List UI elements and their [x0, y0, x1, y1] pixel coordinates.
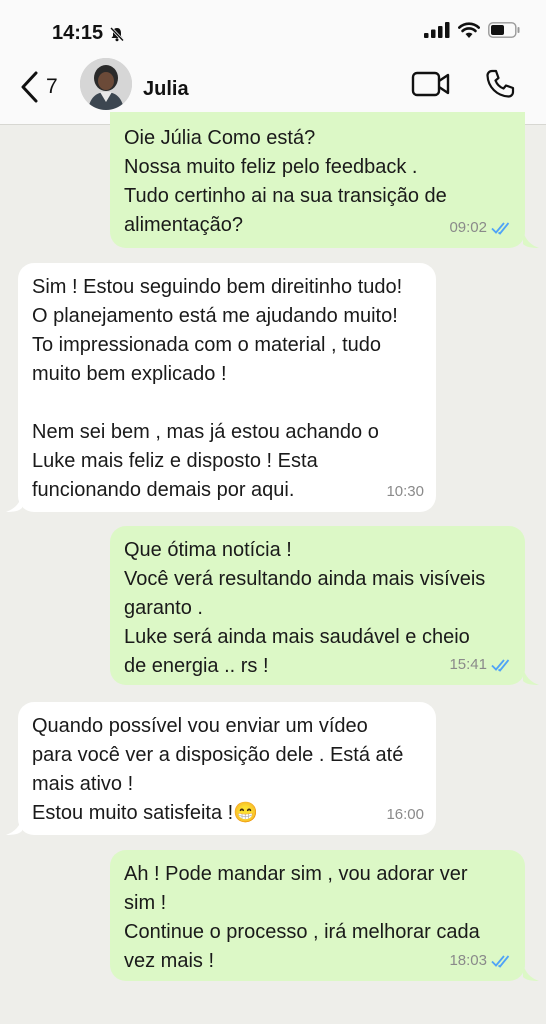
contact-photo — [80, 58, 132, 110]
back-button[interactable]: 7 — [18, 70, 58, 104]
message-text: Sim ! Estou seguindo bem direitinho tudo… — [32, 276, 403, 501]
wifi-icon — [458, 22, 480, 38]
battery-icon — [488, 22, 520, 38]
double-check-icon — [491, 221, 510, 235]
bubble-tail — [523, 230, 539, 248]
phone-icon[interactable] — [484, 68, 516, 100]
bubble-tail — [6, 494, 22, 512]
message-time: 09:02 — [449, 219, 487, 236]
video-call-icon[interactable] — [411, 70, 451, 98]
unread-count: 7 — [46, 75, 58, 98]
message-time: 16:00 — [386, 806, 424, 823]
message-bubble-incoming[interactable]: Quando possível vou enviar um vídeo para… — [6, 702, 436, 835]
grinning-emoji: 😁 — [233, 802, 259, 824]
message-bubble-incoming[interactable]: Sim ! Estou seguindo bem direitinho tudo… — [6, 263, 436, 512]
avatar[interactable] — [80, 58, 132, 110]
chevron-left-icon — [21, 71, 38, 103]
message-time: 10:30 — [386, 483, 424, 500]
message-time: 18:03 — [449, 952, 487, 969]
double-check-icon — [491, 658, 510, 672]
contact-name[interactable]: Julia — [143, 78, 189, 101]
message-bubble-outgoing[interactable]: Ah ! Pode mandar sim , vou adorar ver si… — [110, 850, 539, 981]
status-bar: 14:15 — [0, 0, 546, 58]
double-check-icon — [491, 954, 510, 968]
signal-icon — [424, 22, 450, 38]
message-bubble-outgoing[interactable]: Que ótima notícia ! Você verá resultando… — [110, 526, 539, 685]
bell-slash-icon — [110, 26, 125, 42]
bubble-tail — [523, 667, 539, 685]
clock-time: 14:15 — [52, 22, 104, 44]
message-time: 15:41 — [449, 656, 487, 673]
bubble-tail — [523, 963, 539, 981]
message-text: Quando possível vou enviar um vídeo para… — [32, 715, 404, 824]
message-bubble-outgoing[interactable]: Oie Júlia Como está? Nossa muito feliz p… — [110, 112, 539, 248]
bubble-tail — [6, 817, 22, 835]
